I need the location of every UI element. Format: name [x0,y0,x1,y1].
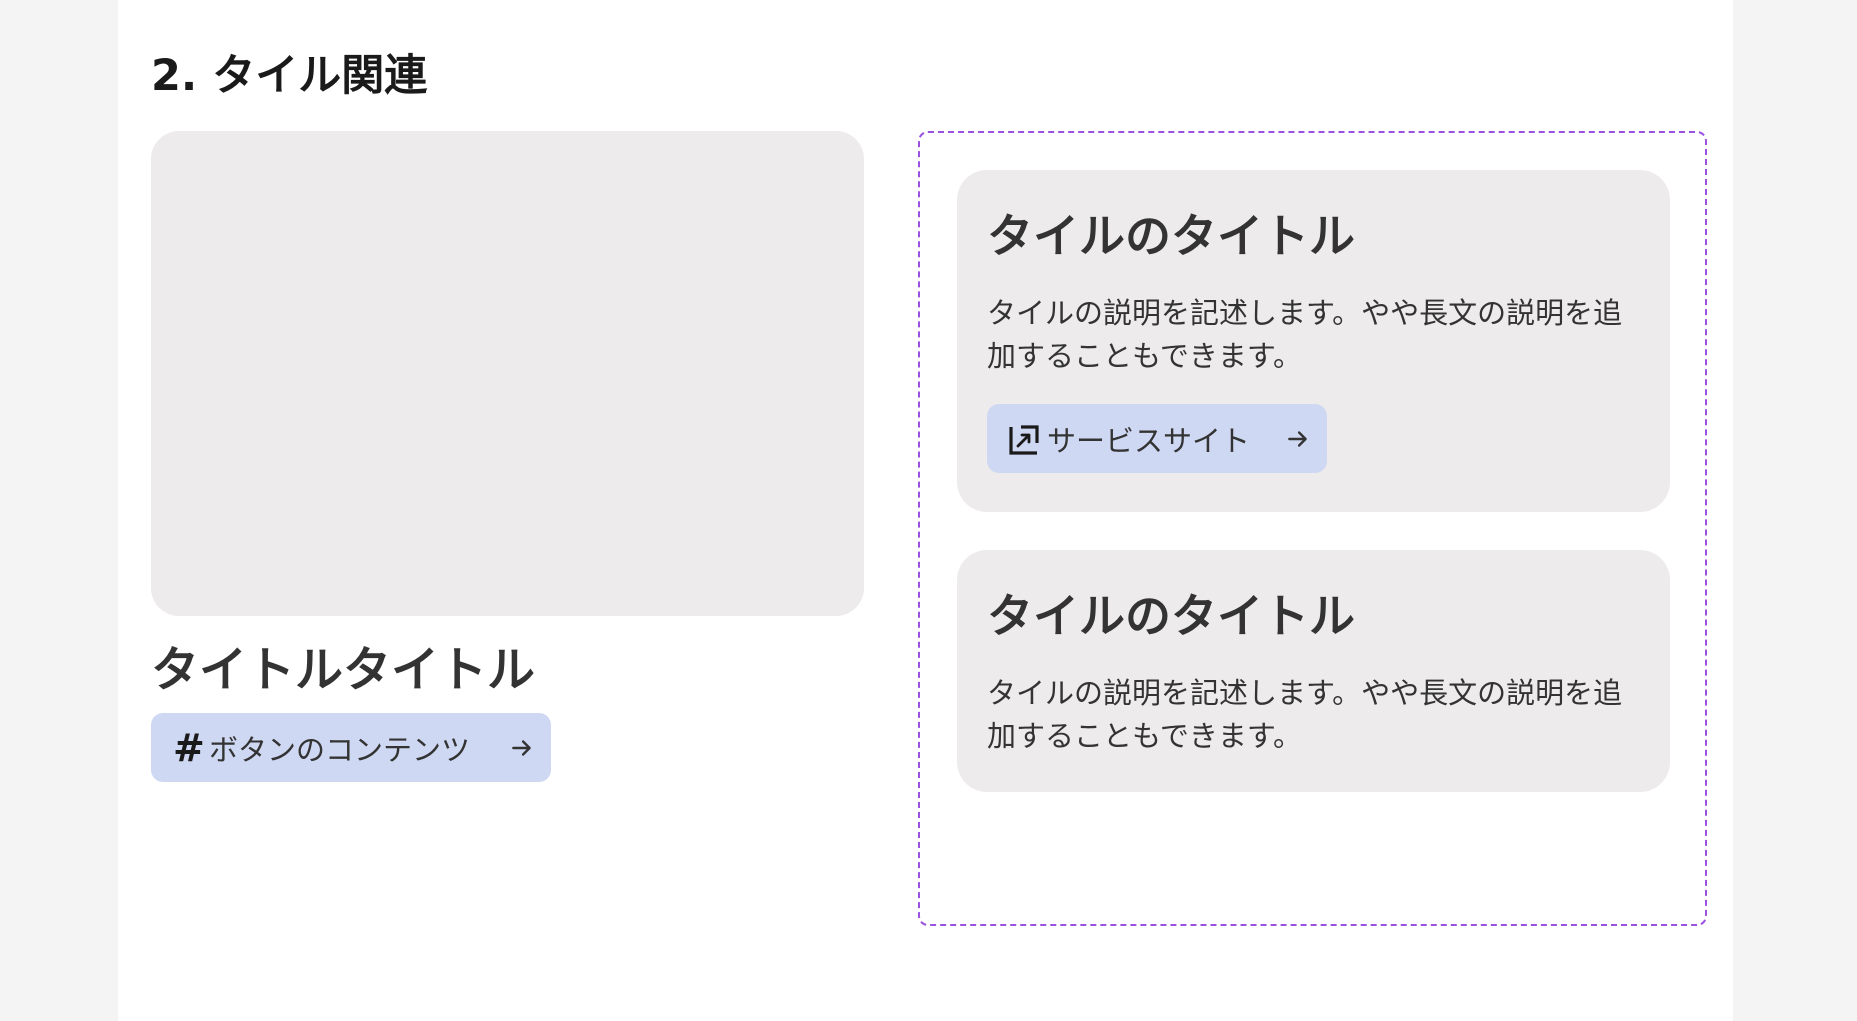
section-heading: 2. タイル関連 [151,51,428,101]
tiles-frame: タイルのタイトル タイルの説明を記述します。やや長文の説明を追加することもできま… [918,131,1707,926]
content-button[interactable]: # ボタンのコンテンツ [151,713,551,782]
service-site-button[interactable]: サービスサイト [987,404,1327,473]
tile-description: タイルの説明を記述します。やや長文の説明を追加することもできます。 [987,296,1623,373]
card-title: タイトルタイトル [151,642,536,698]
arrow-right-icon [1288,430,1307,447]
tile-title: タイルのタイトル [987,589,1355,643]
tile-card: タイルのタイトル タイルの説明を記述します。やや長文の説明を追加することもできま… [957,170,1670,512]
tile-title: タイルのタイトル [987,209,1355,263]
content-button-label: ボタンのコンテンツ [209,732,471,767]
arrow-right-icon [512,739,531,756]
hash-icon: # [173,725,205,770]
service-site-button-label: サービスサイト [1047,423,1251,458]
image-placeholder [151,131,864,616]
image-card: タイトルタイトル # ボタンのコンテンツ [151,131,864,782]
tile-card: タイルのタイトル タイルの説明を記述します。やや長文の説明を追加することもできま… [957,550,1670,792]
content-page: 2. タイル関連 タイトルタイトル # ボタンのコンテンツ タイルのタイトル タ… [118,0,1733,1021]
tile-description: タイルの説明を記述します。やや長文の説明を追加することもできます。 [987,676,1623,753]
external-link-icon [1009,424,1039,455]
